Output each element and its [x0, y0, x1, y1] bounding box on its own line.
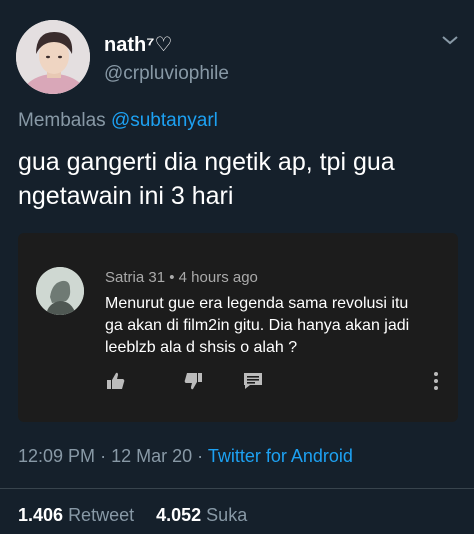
- reply-mention-link[interactable]: @subtanyarl: [111, 110, 218, 131]
- likes-label: Suka: [206, 505, 248, 525]
- divider: [0, 488, 474, 489]
- author-avatar[interactable]: [16, 20, 90, 94]
- attached-screenshot-card[interactable]: Satria 31 • 4 hours ago Menurut gue era …: [18, 233, 458, 422]
- comment-icon: [244, 373, 262, 389]
- author-display-name[interactable]: nath⁷♡: [104, 32, 172, 57]
- author-username[interactable]: @crpluviophile: [104, 63, 229, 85]
- tweet: nath⁷♡ @crpluviophile Membalas @subtanya…: [0, 0, 474, 534]
- likes-count: 4.052: [156, 505, 202, 525]
- thumbs-up-icon: [107, 372, 125, 389]
- commenter-avatar-image: [36, 267, 84, 315]
- thumbs-down-icon: [184, 373, 202, 390]
- chevron-down-icon[interactable]: [440, 32, 460, 48]
- commenter-avatar: [36, 267, 84, 315]
- timestamp-dot: ·: [197, 446, 204, 466]
- tweet-timestamp: 12:09 PM · 12 Mar 20 · Twitter for Andro…: [18, 446, 353, 467]
- tweet-source-link[interactable]: Twitter for Android: [208, 446, 353, 466]
- more-vertical-icon: [434, 372, 438, 390]
- comment-meta: Satria 31 • 4 hours ago: [105, 269, 258, 286]
- retweets-count: 1.406: [18, 505, 64, 525]
- avatar-image: [16, 20, 90, 94]
- likes-stat[interactable]: 4.052 Suka: [156, 505, 247, 525]
- retweets-stat[interactable]: 1.406 Retweet: [18, 505, 134, 525]
- tweet-stats: 1.406 Retweet 4.052 Suka: [18, 505, 247, 526]
- commenter-name: Satria 31: [105, 269, 166, 286]
- comment-time: 4 hours ago: [178, 269, 258, 286]
- tweet-time: 12:09 PM: [18, 446, 96, 466]
- comment-text: Menurut gue era legenda sama revolusi it…: [105, 295, 410, 356]
- reply-prefix: Membalas: [18, 110, 106, 131]
- tweet-text: gua gangerti dia ngetik ap, tpi gua nget…: [18, 148, 395, 210]
- reply-context: Membalas @subtanyarl: [18, 110, 218, 132]
- meta-separator: •: [169, 269, 175, 286]
- timestamp-dot: ·: [100, 446, 107, 466]
- tweet-date[interactable]: 12 Mar 20: [111, 446, 192, 466]
- retweets-label: Retweet: [68, 505, 135, 525]
